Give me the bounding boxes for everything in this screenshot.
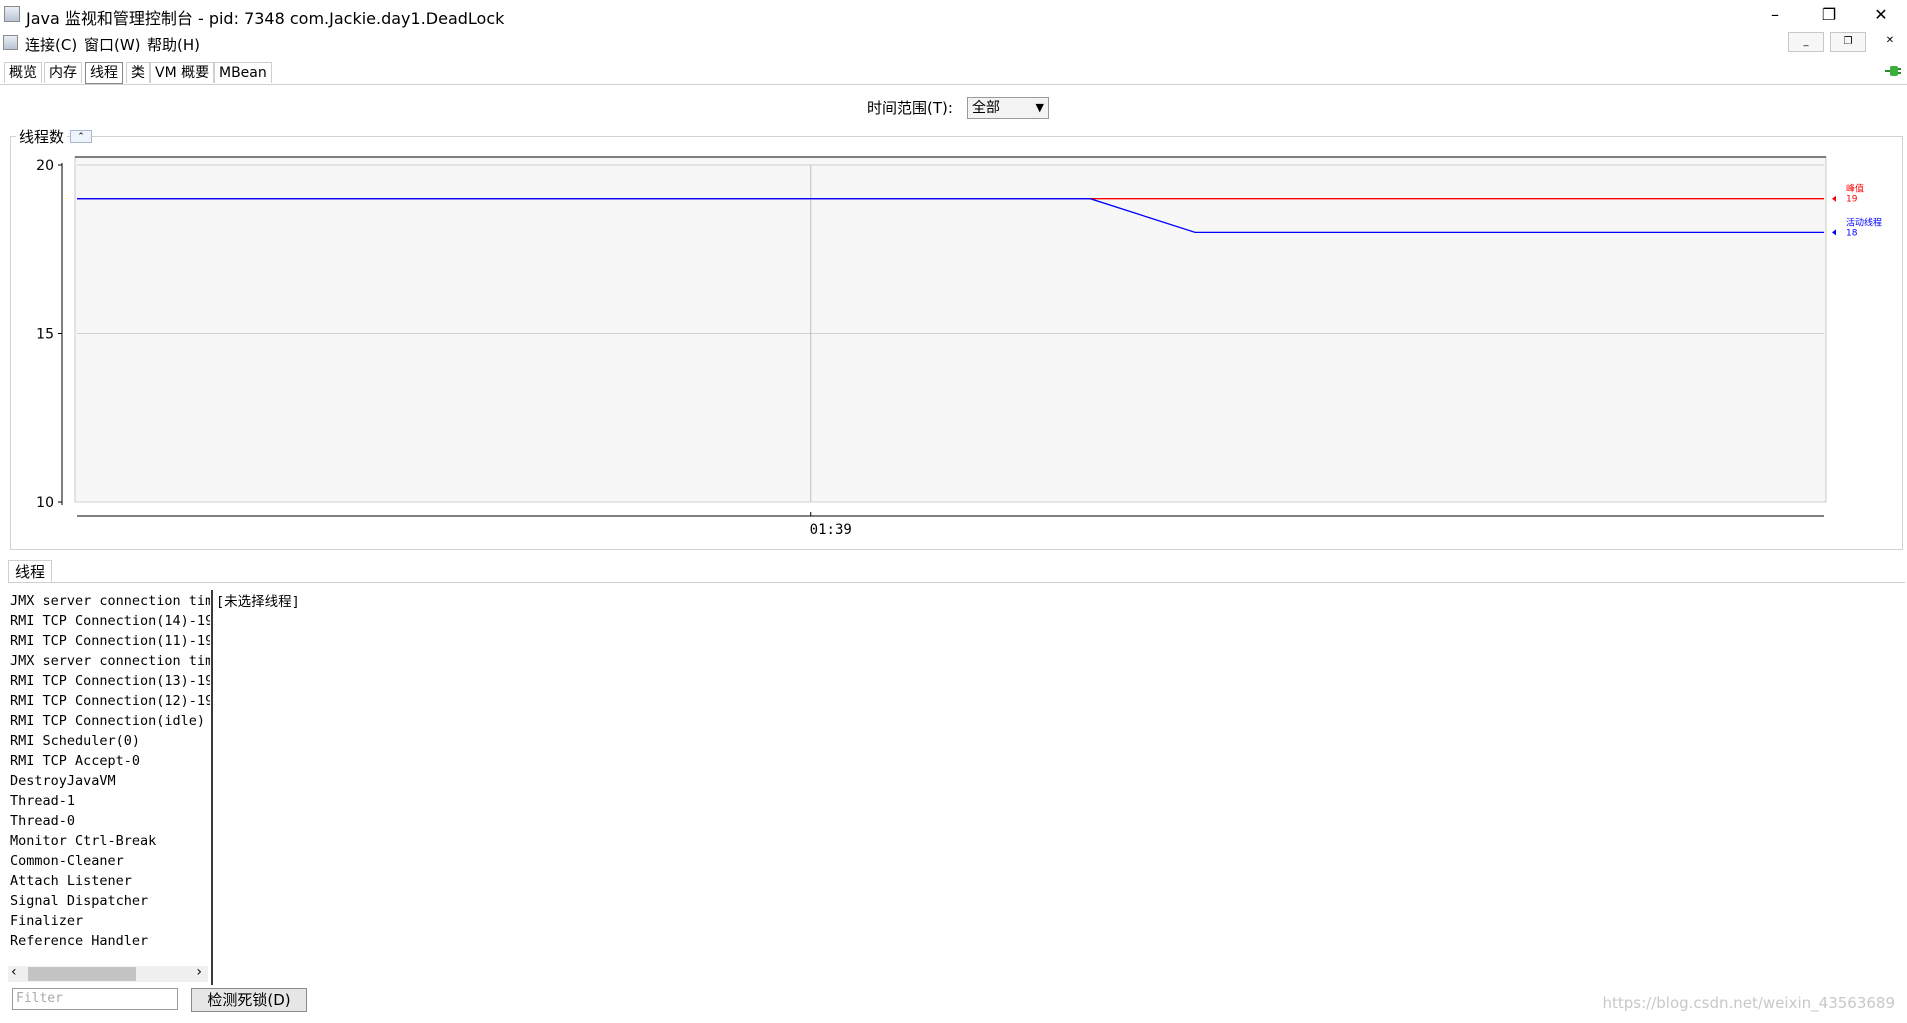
thread-list-item[interactable]: RMI TCP Connection(11)-19 xyxy=(10,631,210,651)
scroll-left-icon[interactable]: ‹ xyxy=(11,964,17,980)
watermark: https://blog.csdn.net/weixin_43563689 xyxy=(1602,994,1895,1012)
series-legend-value: 19 xyxy=(1846,195,1858,205)
tab-threads-list[interactable]: 线程 xyxy=(8,560,53,583)
thread-detail: [未选择线程] xyxy=(216,594,300,610)
thread-list-item[interactable]: RMI TCP Connection(idle) xyxy=(10,711,210,731)
series-end-marker xyxy=(1832,229,1836,236)
thread-list-scrollbar[interactable]: ‹ › xyxy=(8,964,208,982)
split-pane-divider[interactable] xyxy=(211,590,213,985)
thread-list-item[interactable]: JMX server connection tim xyxy=(10,591,210,611)
thread-count-chart: 20 15 10 01:39 峰值19 活动线程18 xyxy=(36,156,1882,538)
threads-pane xyxy=(8,582,1905,1021)
thread-list[interactable]: JMX server connection tim RMI TCP Connect… xyxy=(10,591,210,971)
filter-input[interactable]: Filter xyxy=(12,988,178,1010)
series-legend-name: 活动线程 xyxy=(1846,216,1882,228)
x-tick-label: 01:39 xyxy=(810,522,852,538)
detect-deadlock-button[interactable]: 检测死锁(D) xyxy=(191,988,307,1012)
thread-list-item[interactable]: Monitor Ctrl-Break xyxy=(10,831,210,851)
y-tick-label: 20 xyxy=(36,158,54,174)
thread-list-item[interactable]: RMI TCP Accept-0 xyxy=(10,751,210,771)
thread-list-item[interactable]: DestroyJavaVM xyxy=(10,771,210,791)
thread-list-item[interactable]: Reference Handler xyxy=(10,931,210,951)
thread-list-item[interactable]: Thread-1 xyxy=(10,791,210,811)
thread-list-item[interactable]: Finalizer xyxy=(10,911,210,931)
scrollbar-thumb[interactable] xyxy=(28,967,136,981)
thread-list-item[interactable]: RMI TCP Connection(12)-19 xyxy=(10,691,210,711)
thread-list-item[interactable]: RMI TCP Connection(13)-19 xyxy=(10,671,210,691)
thread-list-item[interactable]: Common-Cleaner xyxy=(10,851,210,871)
plot-area xyxy=(74,156,1827,503)
thread-list-item[interactable]: JMX server connection tim xyxy=(10,651,210,671)
series-end-marker xyxy=(1832,195,1836,202)
thread-list-item[interactable]: Attach Listener xyxy=(10,871,210,891)
series-legend-value: 18 xyxy=(1846,228,1858,238)
series-legend-name: 峰值 xyxy=(1846,183,1864,195)
thread-list-item[interactable]: RMI Scheduler(0) xyxy=(10,731,210,751)
thread-list-item[interactable]: Signal Dispatcher xyxy=(10,891,210,911)
thread-list-item[interactable]: Thread-0 xyxy=(10,811,210,831)
y-tick-label: 10 xyxy=(36,495,54,511)
y-tick-label: 15 xyxy=(36,327,54,343)
thread-list-item[interactable]: RMI TCP Connection(14)-19 xyxy=(10,611,210,631)
scroll-right-icon[interactable]: › xyxy=(196,964,202,980)
